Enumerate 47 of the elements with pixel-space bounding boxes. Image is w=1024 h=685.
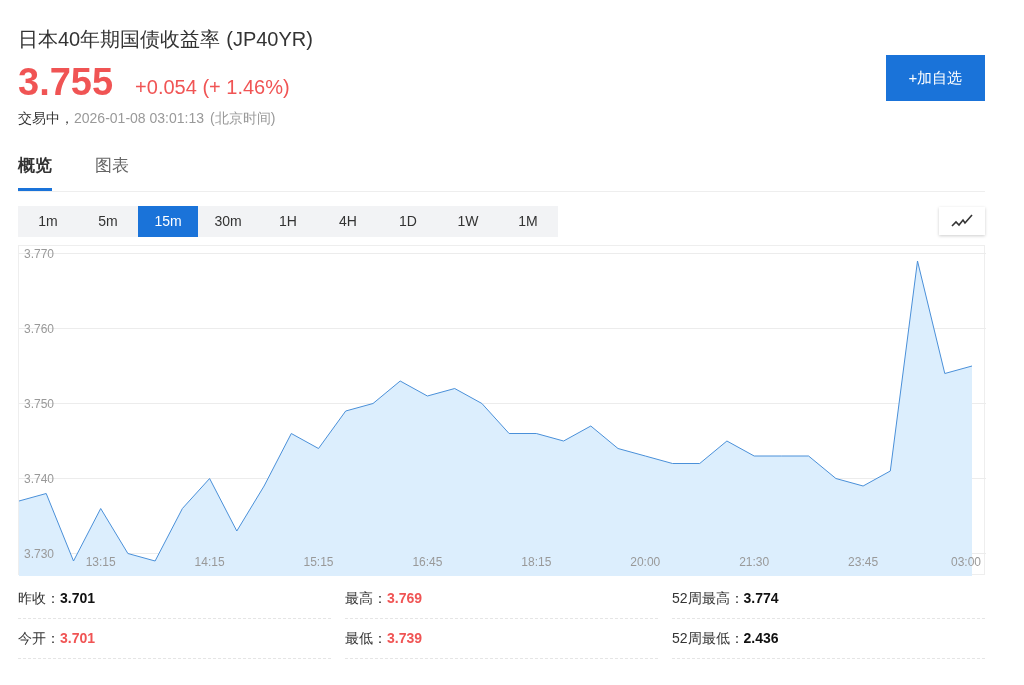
stat-value: 3.701	[60, 588, 96, 608]
x-axis-label: 20:00	[630, 554, 661, 569]
period-tab[interactable]: 1m	[18, 205, 78, 237]
period-tab[interactable]: 1D	[378, 205, 438, 237]
stat-value: 3.774	[743, 588, 779, 608]
x-axis-label: 13:15	[85, 554, 116, 569]
period-tab[interactable]: 15m	[138, 205, 198, 237]
period-tab[interactable]: 30m	[198, 205, 258, 237]
tab[interactable]: 图表	[95, 153, 129, 191]
y-axis-label: 3.770	[24, 246, 55, 260]
price-change: +0.054 (+ 1.46%)	[135, 75, 290, 100]
stat-label: 52周最高：	[672, 588, 744, 608]
period-tab[interactable]: 1H	[258, 205, 318, 237]
period-tab[interactable]: 4H	[318, 205, 378, 237]
y-axis-label: 3.750	[24, 396, 55, 410]
stat-label: 52周最低：	[672, 628, 744, 648]
x-axis-label: 23:45	[848, 554, 879, 569]
price: 3.755	[18, 62, 114, 102]
chart-type-button[interactable]	[939, 207, 985, 235]
x-axis-label: 15:15	[303, 554, 334, 569]
timezone: (北京时间)	[210, 109, 276, 128]
period-tab[interactable]: 1M	[498, 205, 558, 237]
line-chart-icon	[951, 214, 973, 228]
y-axis-label: 3.740	[24, 471, 55, 485]
add-watchlist-button[interactable]: +加自选	[886, 55, 985, 101]
tab[interactable]: 概览	[18, 153, 52, 191]
stat-label: 最低：	[345, 628, 387, 648]
x-axis-label: 21:30	[739, 554, 770, 569]
stat-label: 今开：	[18, 628, 60, 648]
page-title: 日本40年期国债收益率	[18, 27, 221, 52]
stat-value: 3.739	[387, 628, 423, 648]
stat-label: 最高：	[345, 588, 387, 608]
timestamp: 2026-01-08 03:01:13	[74, 109, 204, 128]
y-axis-label: 3.730	[24, 546, 55, 560]
x-axis-label: 03:00	[951, 554, 981, 569]
x-axis-label: 14:15	[194, 554, 225, 569]
stat-value: 3.769	[387, 588, 423, 608]
stat-value: 3.701	[60, 628, 96, 648]
stat-value: 2.436	[743, 628, 779, 648]
stat-label: 昨收：	[18, 588, 60, 608]
symbol-code: (JP40YR)	[226, 27, 313, 52]
x-axis-label: 16:45	[412, 554, 443, 569]
period-tab[interactable]: 5m	[78, 205, 138, 237]
period-tab[interactable]: 1W	[438, 205, 498, 237]
trading-status: 交易中，	[18, 109, 74, 128]
x-axis-label: 18:15	[521, 554, 552, 569]
y-axis-label: 3.760	[24, 321, 55, 335]
